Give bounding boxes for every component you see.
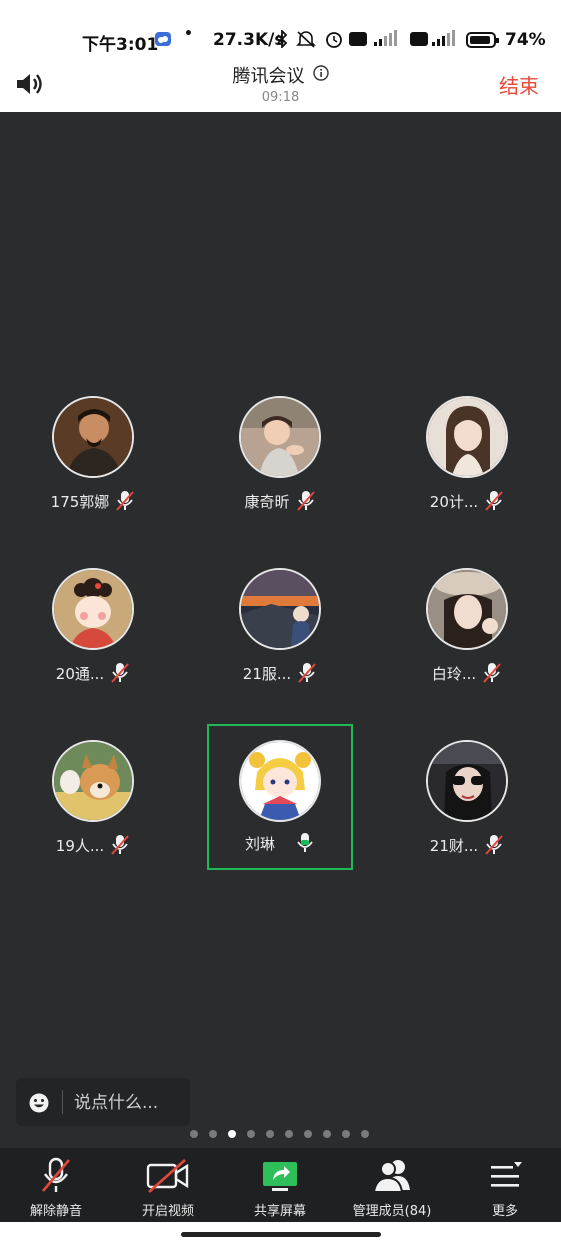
mic-active-icon	[295, 832, 315, 854]
participant-name-row: 白玲...	[394, 662, 540, 684]
participant-tile[interactable]: 175郭娜	[20, 382, 166, 528]
participant-name: 20计...	[429, 492, 479, 511]
start-video-label: 开启视频	[141, 1204, 194, 1219]
mic-muted-icon	[0, 1156, 112, 1200]
share-screen-label: 共享屏幕	[253, 1204, 306, 1219]
network-speed: 27.3K/s	[213, 30, 285, 50]
more-label: 更多	[491, 1204, 518, 1219]
unmute-button[interactable]: 解除静音	[0, 1148, 112, 1222]
share-screen-icon	[224, 1156, 336, 1200]
mic-muted-icon	[482, 662, 502, 684]
signal-icon-2	[430, 28, 460, 52]
page-dot[interactable]	[247, 1130, 255, 1138]
page-dot[interactable]	[285, 1130, 293, 1138]
page-dot[interactable]	[266, 1130, 274, 1138]
mic-muted-icon	[484, 490, 504, 512]
mic-muted-icon	[484, 834, 504, 856]
avatar-cartoon-tang-lady	[52, 568, 134, 650]
home-indicator[interactable]	[181, 1232, 381, 1237]
chat-box[interactable]	[16, 1078, 190, 1126]
participant-tile[interactable]: 康奇昕	[207, 382, 353, 528]
participant-tile-active[interactable]: 刘琳	[207, 724, 353, 870]
participant-name: 康奇昕	[244, 492, 290, 511]
participant-name: 21财...	[429, 836, 479, 855]
battery-icon	[466, 31, 500, 53]
alarm-icon	[324, 30, 344, 52]
participant-name: 刘琳	[244, 834, 275, 853]
end-meeting-button[interactable]: 结束	[499, 70, 539, 99]
avatar-dog	[52, 740, 134, 822]
participant-name: 白玲...	[431, 664, 477, 683]
mic-muted-icon	[297, 662, 317, 684]
avatar-woman-portrait	[426, 396, 508, 478]
meeting-elapsed-time: 09:18	[261, 90, 300, 105]
page-dot[interactable]	[304, 1130, 312, 1138]
battery-percent: 74%	[505, 30, 546, 50]
participant-name: 21服...	[242, 664, 292, 683]
cloud-icon	[154, 31, 172, 51]
participant-name-row: 19人...	[20, 834, 166, 856]
participant-tile[interactable]: 21财...	[394, 726, 540, 872]
page-dot[interactable]	[190, 1130, 198, 1138]
avatar-woman-hat	[426, 568, 508, 650]
status-dot: •	[184, 26, 193, 42]
mic-muted-icon	[296, 490, 316, 512]
participant-name-row: 20通...	[20, 662, 166, 684]
participant-name: 19人...	[55, 836, 105, 855]
more-button[interactable]: 更多	[449, 1148, 561, 1222]
page-dot[interactable]	[209, 1130, 217, 1138]
mute-icon	[296, 30, 316, 52]
hd-icon-2	[410, 31, 428, 51]
hd-icon	[349, 31, 367, 51]
manage-members-label: 管理成员(84)	[352, 1204, 432, 1219]
chat-input[interactable]	[72, 1088, 188, 1118]
mic-muted-icon	[110, 662, 130, 684]
manage-members-button[interactable]: 管理成员(84)	[336, 1148, 448, 1222]
participant-tile[interactable]: 20计...	[394, 382, 540, 528]
share-screen-button[interactable]: 共享屏幕	[224, 1148, 336, 1222]
members-icon	[336, 1156, 448, 1200]
participant-tile[interactable]: 20通...	[20, 554, 166, 700]
camera-off-icon	[112, 1156, 224, 1200]
page-dot[interactable]	[361, 1130, 369, 1138]
avatar-man-period-costume	[52, 396, 134, 478]
meeting-title-row: 腾讯会议	[0, 62, 561, 88]
participant-name: 175郭娜	[50, 492, 110, 511]
avatar-cartoon-sailor-moon	[239, 740, 321, 822]
participant-name-row: 康奇昕	[207, 490, 353, 512]
participant-tile[interactable]: 19人...	[20, 726, 166, 872]
participant-name-row: 20计...	[394, 490, 540, 512]
bottom-toolbar: 解除静音 开启视频 共享屏幕 管理成员(84) 更多	[0, 1148, 561, 1222]
participant-name-row: 21服...	[207, 662, 353, 684]
participant-tile[interactable]: 21服...	[207, 554, 353, 700]
unmute-label: 解除静音	[29, 1204, 82, 1219]
bluetooth-icon	[276, 28, 288, 52]
emoji-icon[interactable]	[28, 1092, 50, 1118]
status-bar: 下午3:01 • 27.3K/s 74%	[0, 0, 561, 55]
participant-name-row: 21财...	[394, 834, 540, 856]
page-dot-active[interactable]	[228, 1130, 236, 1138]
mic-muted-icon	[115, 490, 135, 512]
mic-muted-icon	[110, 834, 130, 856]
system-nav-bar	[0, 1222, 561, 1246]
participant-tile[interactable]: 白玲...	[394, 554, 540, 700]
chat-divider	[62, 1090, 63, 1114]
menu-icon	[449, 1156, 561, 1200]
avatar-child	[239, 396, 321, 478]
page-dot[interactable]	[323, 1130, 331, 1138]
page-dot[interactable]	[342, 1130, 350, 1138]
meeting-title: 腾讯会议	[232, 66, 305, 87]
signal-icon	[372, 28, 406, 52]
start-video-button[interactable]: 开启视频	[112, 1148, 224, 1222]
participant-name-row: 175郭娜	[20, 490, 166, 512]
avatar-sunset-landscape	[239, 568, 321, 650]
page-indicator	[190, 1130, 369, 1138]
participant-name: 20通...	[55, 664, 105, 683]
avatar-woman-sunglasses	[426, 740, 508, 822]
participant-name-row: 刘琳	[209, 832, 351, 854]
meeting-header: 腾讯会议 09:18 结束	[0, 52, 561, 112]
info-icon[interactable]	[312, 65, 329, 86]
